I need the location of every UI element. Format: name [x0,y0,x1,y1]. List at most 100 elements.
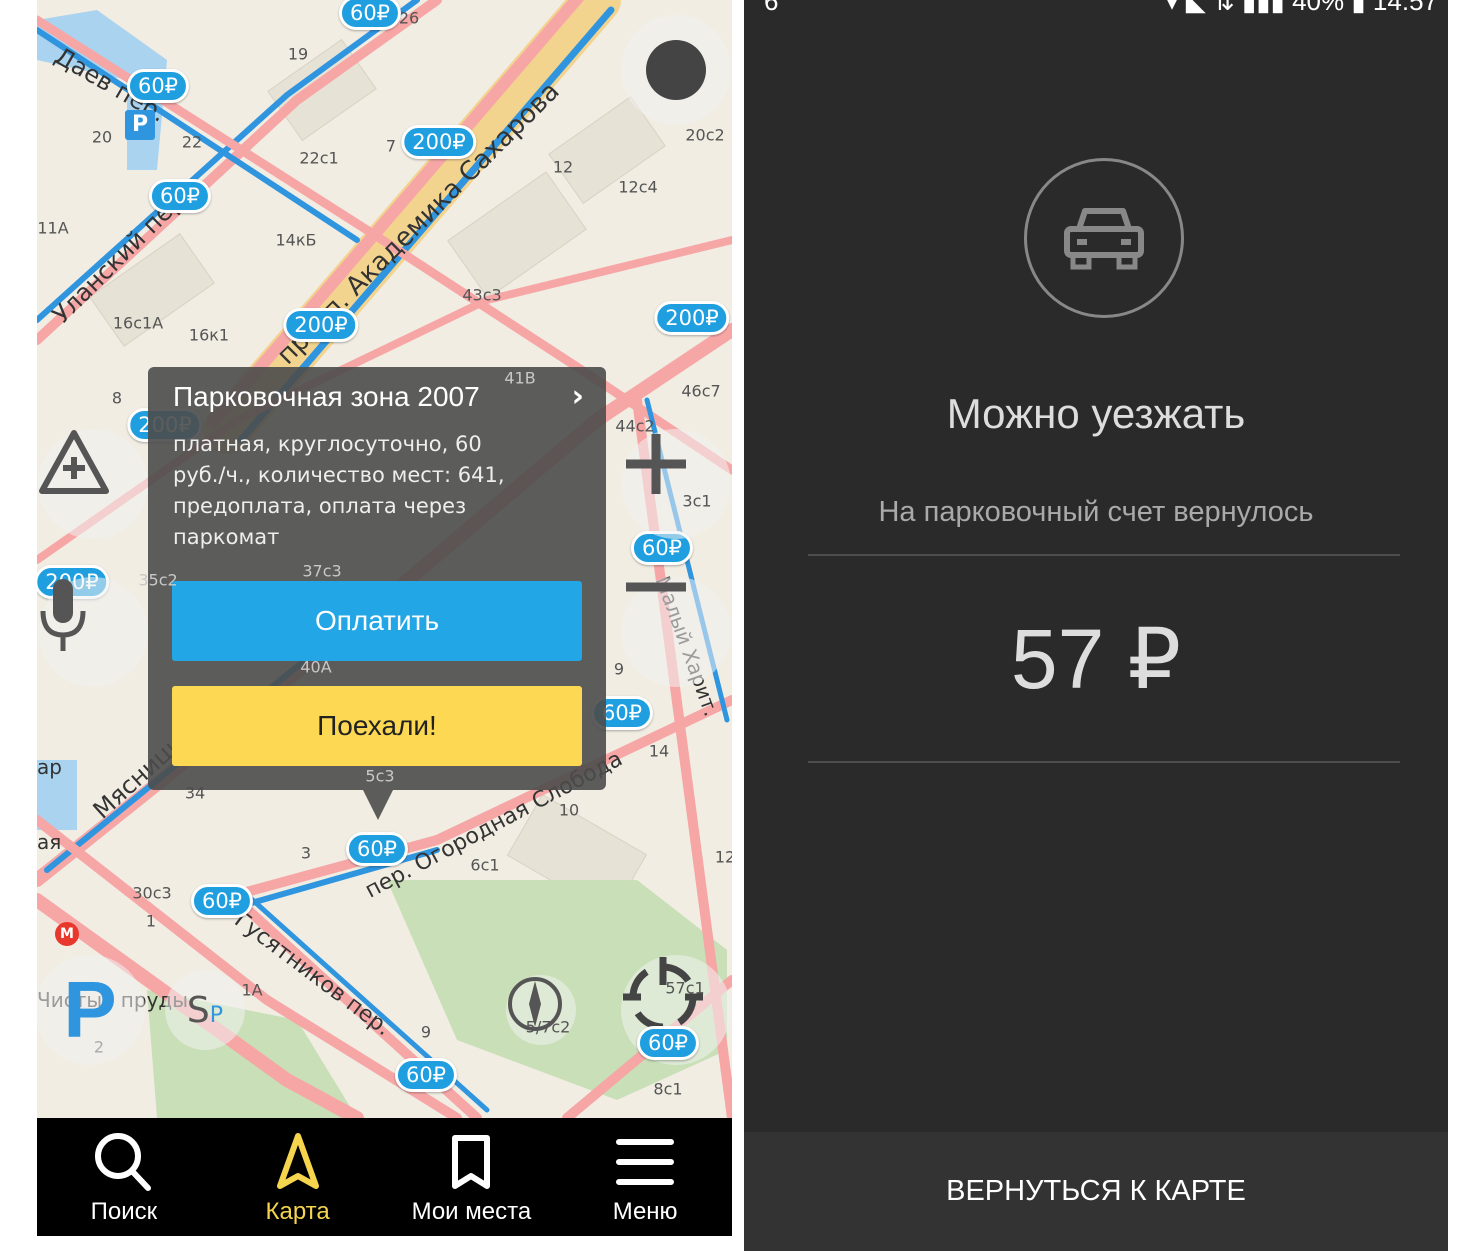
house-number: 11А [37,218,69,238]
house-number: 26 [398,8,420,28]
navigation-arrow-icon [276,1133,319,1189]
refund-amount: 57 ₽ [1010,612,1182,706]
parking-price-badge[interactable]: 60₽ [126,69,190,103]
voice-search-button[interactable] [38,577,148,687]
parking-price-badge[interactable]: 200₽ [401,125,477,159]
house-number: 35с2 [138,570,178,590]
house-number: 9 [420,1022,432,1042]
parking-price-badge[interactable]: 200₽ [654,301,730,335]
house-number: 6с1 [470,855,500,875]
profile-button[interactable] [621,15,731,125]
house-number: 43с3 [462,285,502,305]
house-number: 37с3 [302,561,342,581]
menu-icon [616,1139,675,1185]
house-number: 8 [111,388,123,408]
road-events-button[interactable] [38,429,148,539]
parking-price-badge[interactable]: 60₽ [190,884,254,918]
zoom-in-button[interactable] [621,429,731,539]
parking-p-icon: P [63,965,117,1054]
user-dot-icon [646,40,706,100]
go-button[interactable]: Поехали! [172,686,582,766]
nav-menu[interactable]: Меню [558,1118,732,1236]
map-app: Даев пер. Уланский пер. просп. Академика… [37,0,732,1236]
street-label: ар [37,755,62,779]
house-number: 10 [558,800,580,820]
search-icon [94,1133,151,1191]
house-number: 5с3 [365,766,395,786]
nav-label: Меню [612,1198,678,1225]
car-badge [1024,158,1184,318]
house-number: 5/7с2 [525,1017,571,1037]
status-notification: 6 [764,0,779,16]
house-number: 20 [91,127,113,147]
parking-price-badge[interactable]: 60₽ [345,832,409,866]
house-number: 12с4 [618,177,658,197]
map-view[interactable]: Даев пер. Уланский пер. просп. Академика… [37,0,732,1118]
battery-percent: 40% [1292,0,1345,16]
divider [808,761,1400,763]
house-number: 12 [714,847,732,867]
house-number: 20с2 [685,125,725,145]
house-number: 40А [300,657,332,677]
parking-price-badge[interactable]: 60₽ [338,0,402,30]
house-number: 14кБ [275,230,317,250]
result-heading: Можно уезжать [946,390,1246,437]
house-number: 19 [287,44,309,64]
parking-price-badge[interactable]: 60₽ [636,1026,700,1060]
house-number: 30с3 [132,883,172,903]
bottom-navigation: Поиск Карта Мои места Меню [37,1118,732,1236]
parking-route-icon: SP [186,989,224,1031]
parking-sign-icon[interactable]: P [125,110,155,140]
parking-result-screen: 6 ▾ ◣ ⇅ ▮▮▮ 40% ▮ 14:57 Можно уезжать На… [744,0,1448,1251]
nav-map[interactable]: Карта [211,1118,385,1236]
zoom-out-button[interactable] [621,577,731,687]
house-number: 16с1А [112,313,164,333]
warning-triangle-plus-icon [39,430,109,494]
minus-icon [626,582,686,592]
chevron-right-icon[interactable]: › [572,379,584,414]
house-number: 57с1 [665,978,705,998]
nav-label: Карта [265,1198,330,1225]
status-bar: ▾ ◣ ⇅ ▮▮▮ 40% ▮ 14:57 [1165,0,1438,17]
house-number: 41В [504,368,536,388]
house-number: 46с7 [681,381,721,401]
bookmark-icon [452,1135,491,1189]
parking-zone-popup: Парковочная зона 2007 › платная, круглос… [148,367,606,820]
popup-title[interactable]: Парковочная зона 2007 [173,381,480,413]
metro-icon: M [55,922,79,946]
wifi-signal-icon: ▾ ◣ ⇅ ▮▮▮ [1165,0,1293,16]
house-number: 16к1 [188,325,230,345]
house-number: 12 [552,157,574,177]
parking-price-badge[interactable]: 200₽ [283,308,359,342]
popup-description: платная, круглосуточно, 60 руб./ч., коли… [173,432,505,549]
house-number: 8с1 [653,1079,683,1099]
house-number: 22 [181,132,203,152]
parking-price-badge[interactable]: 60₽ [394,1058,458,1092]
house-number: 3 [300,843,312,863]
battery-icon: ▮ [1351,0,1366,16]
nav-search[interactable]: Поиск [37,1118,211,1236]
house-number: 1 [145,911,157,931]
clock: 14:57 [1372,0,1438,16]
house-number: 7 [385,136,397,156]
microphone-icon [40,579,86,651]
house-number: 1А [241,980,263,1000]
popup-pointer [363,790,393,820]
pay-button[interactable]: Оплатить [172,581,582,661]
parking-layer-button[interactable]: P [37,955,145,1065]
street-label: ая [37,830,62,854]
parking-route-button[interactable]: SP [165,970,245,1050]
result-subheading: На парковочный счет вернулось [878,496,1314,528]
house-number: 3с1 [682,491,712,511]
house-number: 22с1 [299,148,339,168]
house-number: 9 [613,659,625,679]
nav-my-places[interactable]: Мои места [385,1118,559,1236]
plus-icon [626,434,686,494]
nav-label: Поиск [90,1198,158,1225]
house-number: 14 [648,741,670,761]
back-to-map-button[interactable]: ВЕРНУТЬСЯ К КАРТЕ [744,1132,1448,1251]
nav-label: Мои места [411,1198,532,1225]
divider [808,554,1400,556]
parking-price-badge[interactable]: 60₽ [148,179,212,213]
car-icon [1064,208,1144,270]
